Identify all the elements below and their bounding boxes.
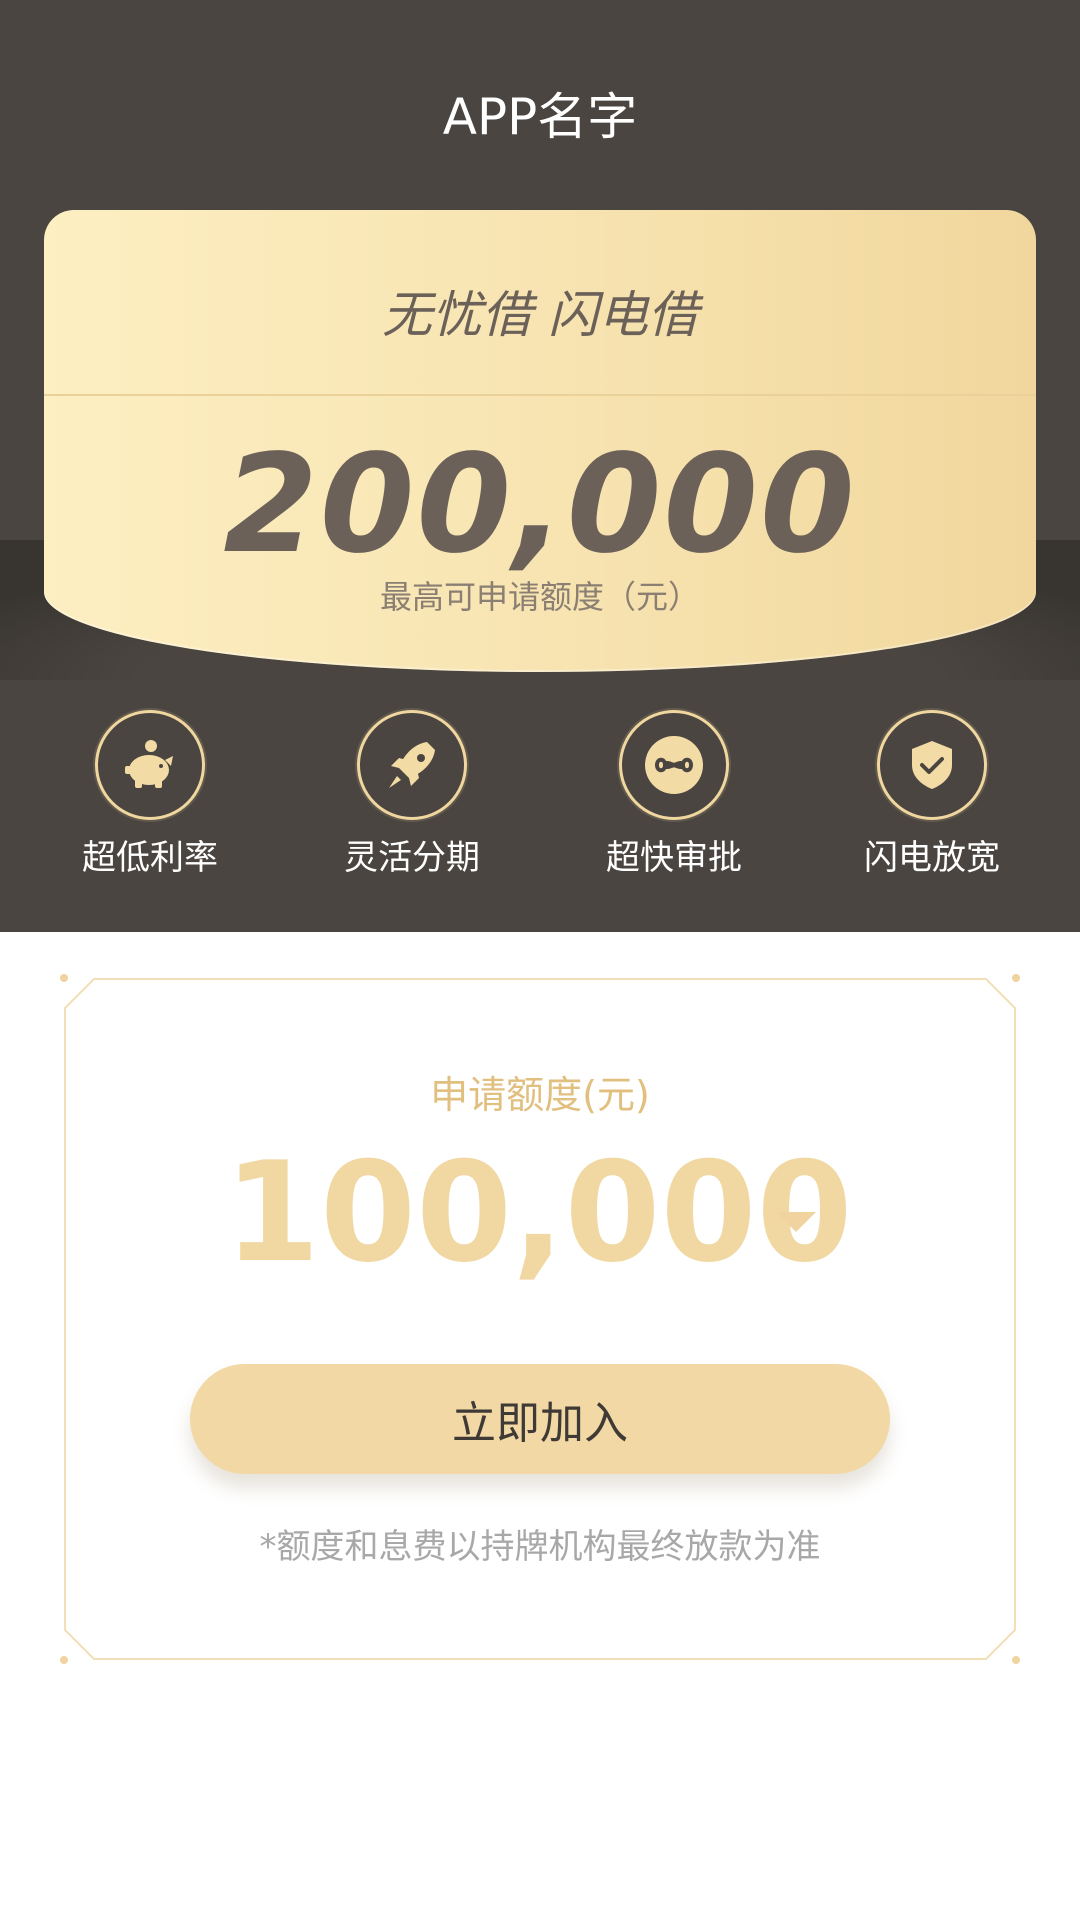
feature-fast-approval: 超快审批 bbox=[574, 710, 774, 880]
shield-check-icon bbox=[877, 710, 987, 820]
feature-label: 超低利率 bbox=[82, 838, 218, 878]
feature-fast-disbursement: 闪电放宽 bbox=[832, 710, 1032, 880]
chevron-down-icon[interactable] bbox=[776, 1212, 816, 1232]
piggy-bank-icon bbox=[95, 710, 205, 820]
hero-card: 无忧借 闪电借 200,000 最高可申请额度（元） bbox=[44, 210, 1036, 672]
apply-amount-value[interactable]: 100,000 bbox=[224, 1138, 853, 1288]
header-section: APP名字 无忧借 闪电借 200,000 最高可申请额度（元） 超低利率 灵活… bbox=[0, 0, 1080, 932]
corner-dot bbox=[1012, 1656, 1020, 1664]
amount-selector[interactable]: 100,000 bbox=[64, 1138, 1016, 1288]
disclaimer-note: *额度和息费以持牌机构最终放款为准 bbox=[259, 1527, 821, 1567]
rocket-icon bbox=[357, 710, 467, 820]
feature-list: 超低利率 灵活分期 超快审批 闪电放宽 bbox=[0, 710, 1080, 890]
join-now-button[interactable]: 立即加入 bbox=[190, 1364, 890, 1474]
feature-low-rate: 超低利率 bbox=[50, 710, 250, 880]
feature-label: 超快审批 bbox=[606, 838, 742, 878]
corner-dot bbox=[1012, 974, 1020, 982]
corner-dot bbox=[60, 974, 68, 982]
hero-slogan: 无忧借 闪电借 bbox=[382, 286, 698, 344]
feature-label: 灵活分期 bbox=[344, 838, 480, 878]
feature-flexible-installments: 灵活分期 bbox=[312, 710, 512, 880]
max-amount-caption: 最高可申请额度（元） bbox=[379, 578, 700, 616]
apply-amount-title: 申请额度(元) bbox=[430, 1073, 650, 1117]
corner-dot bbox=[60, 1656, 68, 1664]
apply-panel: 申请额度(元) 100,000 立即加入 *额度和息费以持牌机构最终放款为准 bbox=[60, 974, 1020, 1664]
app-title: APP名字 bbox=[442, 88, 638, 146]
feature-label: 闪电放宽 bbox=[864, 838, 1000, 878]
hero-divider bbox=[44, 394, 1036, 396]
infinity-icon bbox=[619, 710, 729, 820]
max-amount: 200,000 bbox=[223, 426, 857, 584]
